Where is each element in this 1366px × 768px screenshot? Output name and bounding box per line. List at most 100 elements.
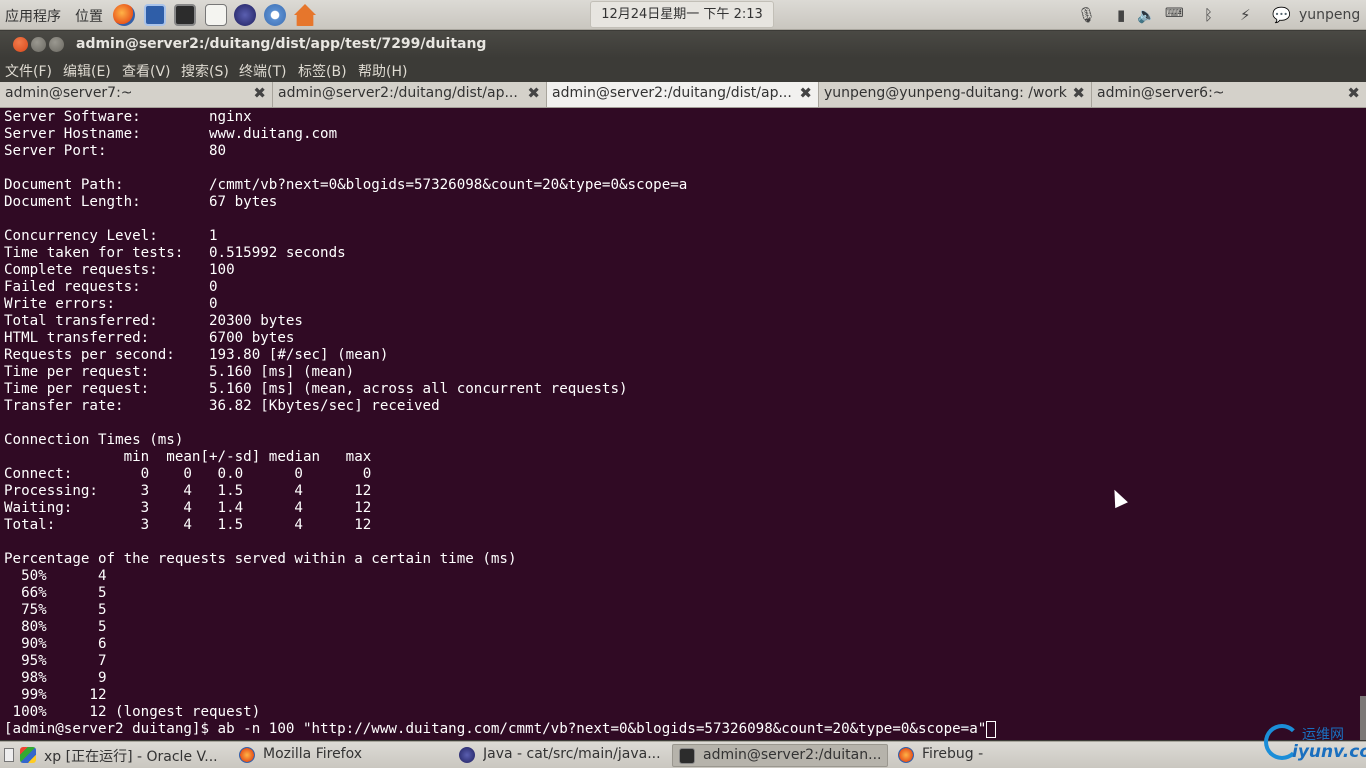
top-panel: 应用程序 位置 12月24日星期一 下午 2:13 🎙 ▮ 🔈 ⌨ ᛒ ⚡ 💬 … <box>0 0 1366 30</box>
tab-yunpeng[interactable]: yunpeng@yunpeng-duitang: /work ✖ <box>819 82 1092 107</box>
terminal-line: min mean[+/-sd] median max <box>4 449 372 465</box>
terminal-line: Failed requests: 0 <box>4 279 218 295</box>
terminal-line: Waiting: 3 4 1.4 4 12 <box>4 500 372 516</box>
tab-server7[interactable]: admin@server7:~ ✖ <box>0 82 273 107</box>
command-prompt-line[interactable]: [admin@server2 duitang]$ ab -n 100 "http… <box>4 721 1366 738</box>
command-text: [admin@server2 duitang]$ ab -n 100 "http… <box>4 721 987 737</box>
menu-view[interactable]: 查看(V) <box>122 61 171 81</box>
eclipse-icon[interactable] <box>234 4 256 26</box>
terminal-line: Server Software: nginx <box>4 109 252 125</box>
window-titlebar[interactable]: admin@server2:/duitang/dist/app/test/729… <box>0 31 1366 58</box>
terminal-line: Total transferred: 20300 bytes <box>4 313 303 329</box>
tab-bar: admin@server7:~ ✖ admin@server2:/duitang… <box>0 82 1366 108</box>
menu-file[interactable]: 文件(F) <box>5 61 52 81</box>
close-icon[interactable]: ✖ <box>799 84 812 102</box>
applications-menu[interactable]: 应用程序 <box>5 6 61 26</box>
tab-label: admin@server2:/duitang/dist/ap... <box>278 85 518 101</box>
terminal-line: Total: 3 4 1.5 4 12 <box>4 517 372 533</box>
terminal-line: 95% 7 <box>4 653 107 669</box>
terminal-line: Time per request: 5.160 [ms] (mean, acro… <box>4 381 628 397</box>
eclipse-icon <box>459 747 475 763</box>
tab-label: yunpeng@yunpeng-duitang: /work <box>824 85 1067 101</box>
task-label: Mozilla Firefox <box>263 746 363 762</box>
terminal-icon <box>679 748 695 764</box>
task-eclipse[interactable]: Java - cat/src/main/java... <box>453 744 667 767</box>
microphone-icon[interactable]: 🎙 <box>1077 6 1096 24</box>
terminal-line: 50% 4 <box>4 568 107 584</box>
tab-server2-a[interactable]: admin@server2:/duitang/dist/ap... ✖ <box>273 82 547 107</box>
task-firebug[interactable]: Firebug - <box>892 744 1104 767</box>
close-icon[interactable]: ✖ <box>1072 84 1085 102</box>
terminal-line: Concurrency Level: 1 <box>4 228 218 244</box>
menu-tabs[interactable]: 标签(B) <box>298 61 347 81</box>
tab-label: admin@server2:/duitang/dist/ap... <box>552 85 792 101</box>
terminal-line: 66% 5 <box>4 585 107 601</box>
terminal-line: 99% 12 <box>4 687 107 703</box>
terminal-line: 98% 9 <box>4 670 107 686</box>
terminal-line: Requests per second: 193.80 [#/sec] (mea… <box>4 347 389 363</box>
minimize-icon[interactable] <box>31 37 46 52</box>
terminal-output[interactable]: Server Software: nginx Server Hostname: … <box>0 108 1366 740</box>
window-title: admin@server2:/duitang/dist/app/test/729… <box>76 36 487 52</box>
close-icon[interactable]: ✖ <box>253 84 266 102</box>
terminal-line: Server Port: 80 <box>4 143 227 159</box>
watermark-top-text: 运维网 <box>1302 727 1344 743</box>
chromium-icon[interactable] <box>264 4 286 26</box>
battery-icon[interactable]: ▮ <box>1117 6 1125 24</box>
firefox-icon <box>239 747 255 763</box>
close-icon[interactable] <box>13 37 28 52</box>
terminal-line: Time per request: 5.160 [ms] (mean) <box>4 364 355 380</box>
virtualbox-icon <box>20 747 36 763</box>
firefox-icon <box>898 747 914 763</box>
terminal-line: Document Length: 67 bytes <box>4 194 278 210</box>
system-monitor-icon[interactable] <box>144 4 166 26</box>
tab-label: admin@server7:~ <box>5 85 133 101</box>
close-icon[interactable]: ✖ <box>1347 84 1360 102</box>
menu-search[interactable]: 搜索(S) <box>181 61 229 81</box>
task-firefox[interactable]: Mozilla Firefox <box>233 744 445 767</box>
volume-icon[interactable]: 🔈 <box>1137 6 1156 24</box>
terminal-line: Connection Times (ms) <box>4 432 184 448</box>
close-icon[interactable]: ✖ <box>527 84 540 102</box>
menu-edit[interactable]: 编辑(E) <box>63 61 111 81</box>
maximize-icon[interactable] <box>49 37 64 52</box>
terminal-line: Connect: 0 0 0.0 0 0 <box>4 466 372 482</box>
terminal-line: Time taken for tests: 0.515992 seconds <box>4 245 346 261</box>
tab-server2-b[interactable]: admin@server2:/duitang/dist/ap... ✖ <box>547 82 819 107</box>
firefox-icon[interactable] <box>113 4 135 26</box>
terminal-icon[interactable] <box>174 4 196 26</box>
watermark-bottom-text: iyunv.com <box>1292 742 1366 762</box>
terminal-line: 75% 5 <box>4 602 107 618</box>
taskbar: xp [正在运行] - Oracle V... Mozilla Firefox … <box>0 741 1366 768</box>
network-icon[interactable]: ⚡ <box>1240 6 1251 24</box>
task-virtualbox[interactable]: xp [正在运行] - Oracle V... <box>14 744 226 767</box>
watermark-logo: 运维网 iyunv.com <box>1262 722 1366 766</box>
chat-icon[interactable]: 💬 <box>1272 6 1291 24</box>
user-name[interactable]: yunpeng <box>1299 7 1360 23</box>
terminal-line: Processing: 3 4 1.5 4 12 <box>4 483 372 499</box>
text-editor-icon[interactable] <box>205 4 227 26</box>
bluetooth-icon[interactable]: ᛒ <box>1204 6 1213 24</box>
terminal-line: Document Path: /cmmt/vb?next=0&blogids=5… <box>4 177 688 193</box>
tab-server6[interactable]: admin@server6:~ ✖ <box>1092 82 1366 107</box>
terminal-line: HTML transferred: 6700 bytes <box>4 330 295 346</box>
terminal-line: Server Hostname: www.duitang.com <box>4 126 338 142</box>
menu-terminal[interactable]: 终端(T) <box>239 61 286 81</box>
task-label: Firebug - <box>922 746 984 762</box>
clock[interactable]: 12月24日星期一 下午 2:13 <box>590 1 774 28</box>
text-cursor <box>986 721 997 738</box>
terminal-line: Complete requests: 100 <box>4 262 235 278</box>
menu-help[interactable]: 帮助(H) <box>358 61 407 81</box>
show-desktop-icon[interactable] <box>4 748 14 762</box>
menubar: 文件(F) 编辑(E) 查看(V) 搜索(S) 终端(T) 标签(B) 帮助(H… <box>0 58 1366 82</box>
task-terminal[interactable]: admin@server2:/duitan... <box>672 744 888 767</box>
home-icon[interactable] <box>294 4 316 26</box>
terminal-line: Percentage of the requests served within… <box>4 551 517 567</box>
tab-label: admin@server6:~ <box>1097 85 1225 101</box>
keyboard-icon[interactable]: ⌨ <box>1165 6 1184 21</box>
task-label: Java - cat/src/main/java... <box>483 746 661 762</box>
places-menu[interactable]: 位置 <box>75 6 103 26</box>
